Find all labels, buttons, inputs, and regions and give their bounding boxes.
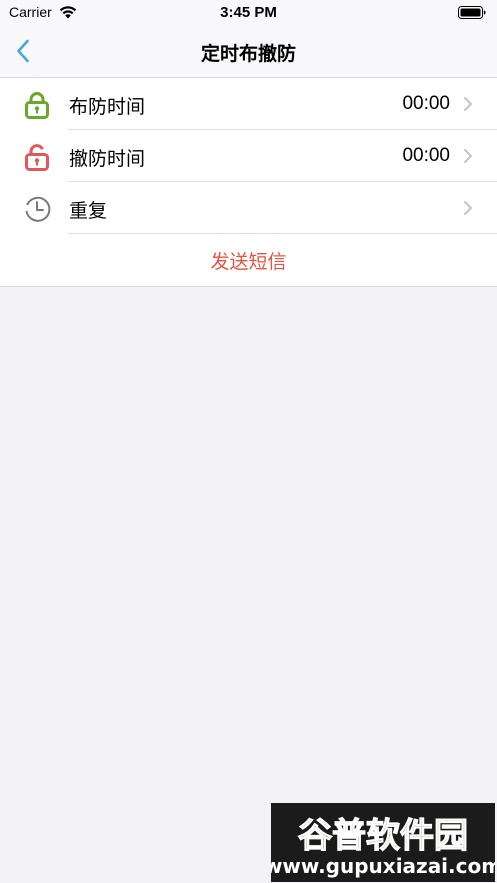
schedule-list: 布防时间 00:00 撤防时间 00:00 重复 发送短信 [0, 78, 497, 287]
navigation-bar: 定时布撤防 [0, 26, 497, 78]
arm-time-label: 布防时间 [69, 96, 146, 118]
svg-text:谷普软件园: 谷普软件园 [298, 816, 468, 856]
lock-open-icon [25, 144, 49, 171]
disarm-time-row[interactable]: 撤防时间 00:00 [0, 130, 497, 182]
chevron-right-icon [464, 149, 472, 163]
svg-text:www.gupuxiazai.com: www.gupuxiazai.com [271, 854, 495, 878]
page-title: 定时布撤防 [200, 43, 296, 65]
disarm-time-label: 撤防时间 [69, 148, 146, 170]
row-divider [68, 233, 497, 234]
chevron-right-icon [464, 97, 472, 111]
status-bar: Carrier 3:45 PM [0, 0, 497, 26]
watermark-logo: 谷普软件园 www.gupuxiazai.com [271, 803, 495, 882]
chevron-right-icon [464, 201, 472, 215]
repeat-row[interactable]: 重复 [0, 182, 497, 234]
status-time: 3:45 PM [220, 4, 277, 21]
battery-icon [458, 6, 486, 19]
arm-time-value: 00:00 [402, 93, 450, 114]
send-sms-button[interactable]: 发送短信 [210, 247, 286, 274]
disarm-time-value: 00:00 [402, 145, 450, 166]
arm-time-row[interactable]: 布防时间 00:00 [0, 78, 497, 130]
clock-icon [25, 196, 51, 222]
send-row: 发送短信 [0, 234, 497, 286]
repeat-label: 重复 [69, 200, 108, 222]
lock-closed-icon [25, 92, 49, 119]
